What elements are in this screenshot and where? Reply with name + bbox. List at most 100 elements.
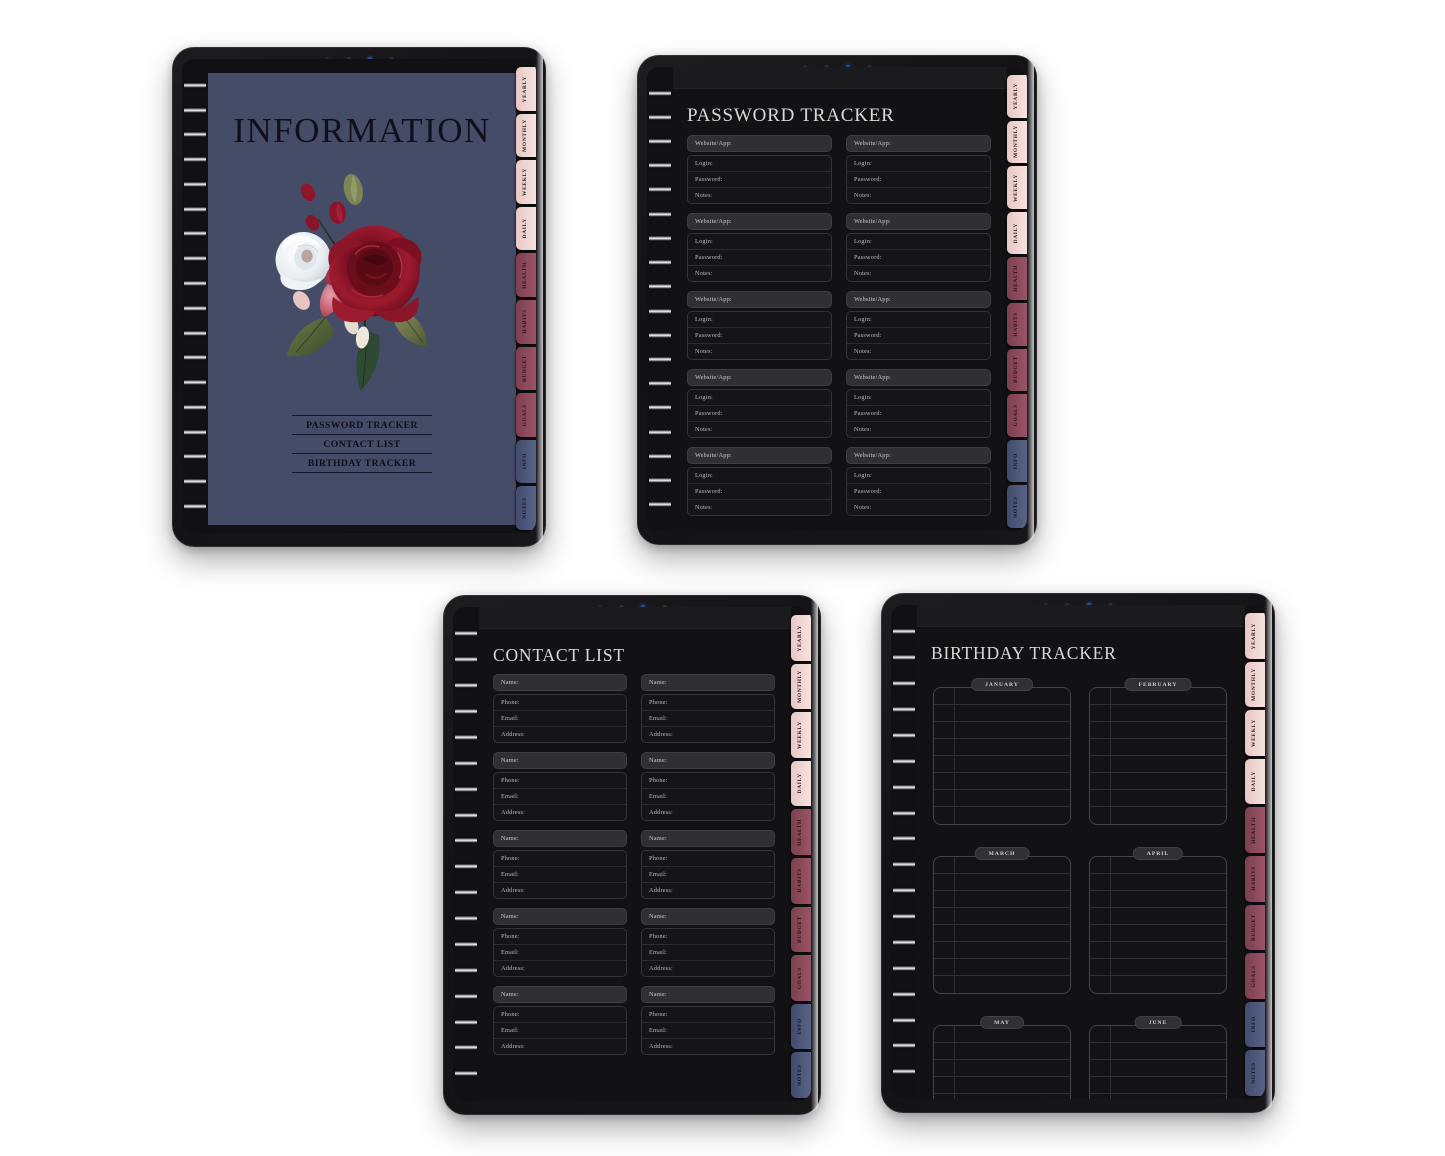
birthday-row[interactable]	[1090, 722, 1226, 739]
tab-habits[interactable]: HABITS	[1245, 855, 1265, 902]
field-password[interactable]: Password:	[847, 484, 990, 500]
field-password[interactable]: Password:	[688, 406, 831, 422]
birthday-date-cell[interactable]	[1090, 874, 1111, 890]
tab-weekly[interactable]: WEEKLY	[1007, 166, 1027, 209]
tab-habits[interactable]: HABITS	[1007, 302, 1027, 346]
field-name[interactable]: Name:	[493, 908, 627, 925]
birthday-row[interactable]	[1090, 790, 1226, 807]
field-password[interactable]: Password:	[688, 250, 831, 266]
field-email[interactable]: Email:	[494, 711, 626, 727]
field-website-app[interactable]: Website/App:	[846, 291, 991, 308]
birthday-name-cell[interactable]	[1111, 722, 1226, 738]
birthday-row[interactable]	[934, 739, 1070, 756]
birthday-date-cell[interactable]	[1090, 807, 1111, 824]
birthday-date-cell[interactable]	[934, 874, 955, 890]
tab-budget[interactable]: BUDGET	[516, 346, 536, 391]
field-notes[interactable]: Notes:	[688, 188, 831, 203]
field-email[interactable]: Email:	[642, 1023, 774, 1039]
tab-info[interactable]: INFO	[791, 1003, 811, 1050]
field-email[interactable]: Email:	[642, 789, 774, 805]
field-name[interactable]: Name:	[641, 674, 775, 691]
birthday-row[interactable]	[934, 908, 1070, 925]
tab-daily[interactable]: DAILY	[1245, 758, 1265, 805]
birthday-name-cell[interactable]	[955, 976, 1070, 993]
birthday-row[interactable]	[1090, 807, 1226, 824]
field-login[interactable]: Login:	[847, 468, 990, 484]
field-email[interactable]: Email:	[642, 711, 774, 727]
birthday-date-cell[interactable]	[1090, 1077, 1111, 1093]
birthday-row[interactable]	[1090, 756, 1226, 773]
field-address[interactable]: Address:	[642, 961, 774, 976]
birthday-date-cell[interactable]	[1090, 942, 1111, 958]
birthday-name-cell[interactable]	[955, 773, 1070, 789]
tab-strip-birthday[interactable]: YEARLY MONTHLY WEEKLY DAILY HEALTH HABITS BUDG…	[1245, 605, 1265, 1099]
birthday-name-cell[interactable]	[1111, 925, 1226, 941]
tab-yearly[interactable]: YEARLY	[791, 615, 811, 661]
birthday-date-cell[interactable]	[1090, 790, 1111, 806]
birthday-row[interactable]	[934, 807, 1070, 824]
birthday-row[interactable]	[934, 705, 1070, 722]
birthday-name-cell[interactable]	[1111, 1043, 1226, 1059]
birthday-name-cell[interactable]	[955, 942, 1070, 958]
birthday-row[interactable]	[1090, 1060, 1226, 1077]
birthday-date-cell[interactable]	[934, 722, 955, 738]
tab-budget[interactable]: BUDGET	[1007, 348, 1027, 392]
field-phone[interactable]: Phone:	[494, 1007, 626, 1023]
birthday-row[interactable]	[934, 1077, 1070, 1094]
tab-budget[interactable]: BUDGET	[1245, 904, 1265, 951]
birthday-date-cell[interactable]	[934, 739, 955, 755]
birthday-name-cell[interactable]	[955, 790, 1070, 806]
tab-yearly[interactable]: YEARLY	[1007, 75, 1027, 118]
field-address[interactable]: Address:	[642, 1039, 774, 1054]
birthday-date-cell[interactable]	[934, 976, 955, 993]
field-website-app[interactable]: Website/App:	[687, 291, 832, 308]
link-birthday-tracker[interactable]: BIRTHDAY TRACKER	[292, 454, 432, 473]
field-website-app[interactable]: Website/App:	[687, 369, 832, 386]
birthday-row[interactable]	[934, 790, 1070, 807]
birthday-name-cell[interactable]	[1111, 891, 1226, 907]
field-notes[interactable]: Notes:	[847, 266, 990, 281]
field-address[interactable]: Address:	[494, 727, 626, 742]
birthday-row[interactable]	[1090, 1094, 1226, 1099]
birthday-name-cell[interactable]	[1111, 942, 1226, 958]
field-phone[interactable]: Phone:	[494, 929, 626, 945]
birthday-row[interactable]	[934, 1060, 1070, 1077]
birthday-row[interactable]	[1090, 942, 1226, 959]
field-address[interactable]: Address:	[642, 727, 774, 742]
birthday-date-cell[interactable]	[1090, 1026, 1111, 1042]
birthday-name-cell[interactable]	[1111, 976, 1226, 993]
field-address[interactable]: Address:	[494, 1039, 626, 1054]
birthday-date-cell[interactable]	[934, 857, 955, 873]
birthday-name-cell[interactable]	[955, 1077, 1070, 1093]
field-website-app[interactable]: Website/App:	[846, 447, 991, 464]
birthday-name-cell[interactable]	[955, 807, 1070, 824]
birthday-row[interactable]	[1090, 705, 1226, 722]
tab-budget[interactable]: BUDGET	[791, 906, 811, 953]
birthday-row[interactable]	[1090, 891, 1226, 908]
tab-weekly[interactable]: WEEKLY	[1245, 710, 1265, 756]
birthday-row[interactable]	[1090, 976, 1226, 993]
birthday-name-cell[interactable]	[1111, 908, 1226, 924]
birthday-name-cell[interactable]	[1111, 773, 1226, 789]
field-password[interactable]: Password:	[688, 328, 831, 344]
field-website-app[interactable]: Website/App:	[846, 369, 991, 386]
birthday-name-cell[interactable]	[1111, 874, 1226, 890]
tab-info[interactable]: INFO	[1245, 1001, 1265, 1048]
tab-habits[interactable]: HABITS	[516, 299, 536, 344]
field-website-app[interactable]: Website/App:	[687, 447, 832, 464]
tab-monthly[interactable]: MONTHLY	[791, 663, 811, 710]
field-login[interactable]: Login:	[847, 312, 990, 328]
field-phone[interactable]: Phone:	[642, 773, 774, 789]
birthday-date-cell[interactable]	[934, 790, 955, 806]
field-website-app[interactable]: Website/App:	[846, 135, 991, 152]
birthday-row[interactable]	[1090, 1043, 1226, 1060]
tab-yearly[interactable]: YEARLY	[516, 67, 536, 111]
birthday-date-cell[interactable]	[1090, 688, 1111, 704]
tablet-information[interactable]: INFORMATION PASSWORD TRACKER CONTACT LIS…	[172, 47, 546, 547]
birthday-row[interactable]	[934, 959, 1070, 976]
tab-strip-information[interactable]: YEARLY MONTHLY WEEKLY DAILY HEALTH HABITS BUDG…	[516, 59, 536, 533]
birthday-name-cell[interactable]	[955, 1060, 1070, 1076]
birthday-name-cell[interactable]	[955, 891, 1070, 907]
tab-goals[interactable]: GOALS	[1007, 394, 1027, 437]
birthday-name-cell[interactable]	[1111, 790, 1226, 806]
